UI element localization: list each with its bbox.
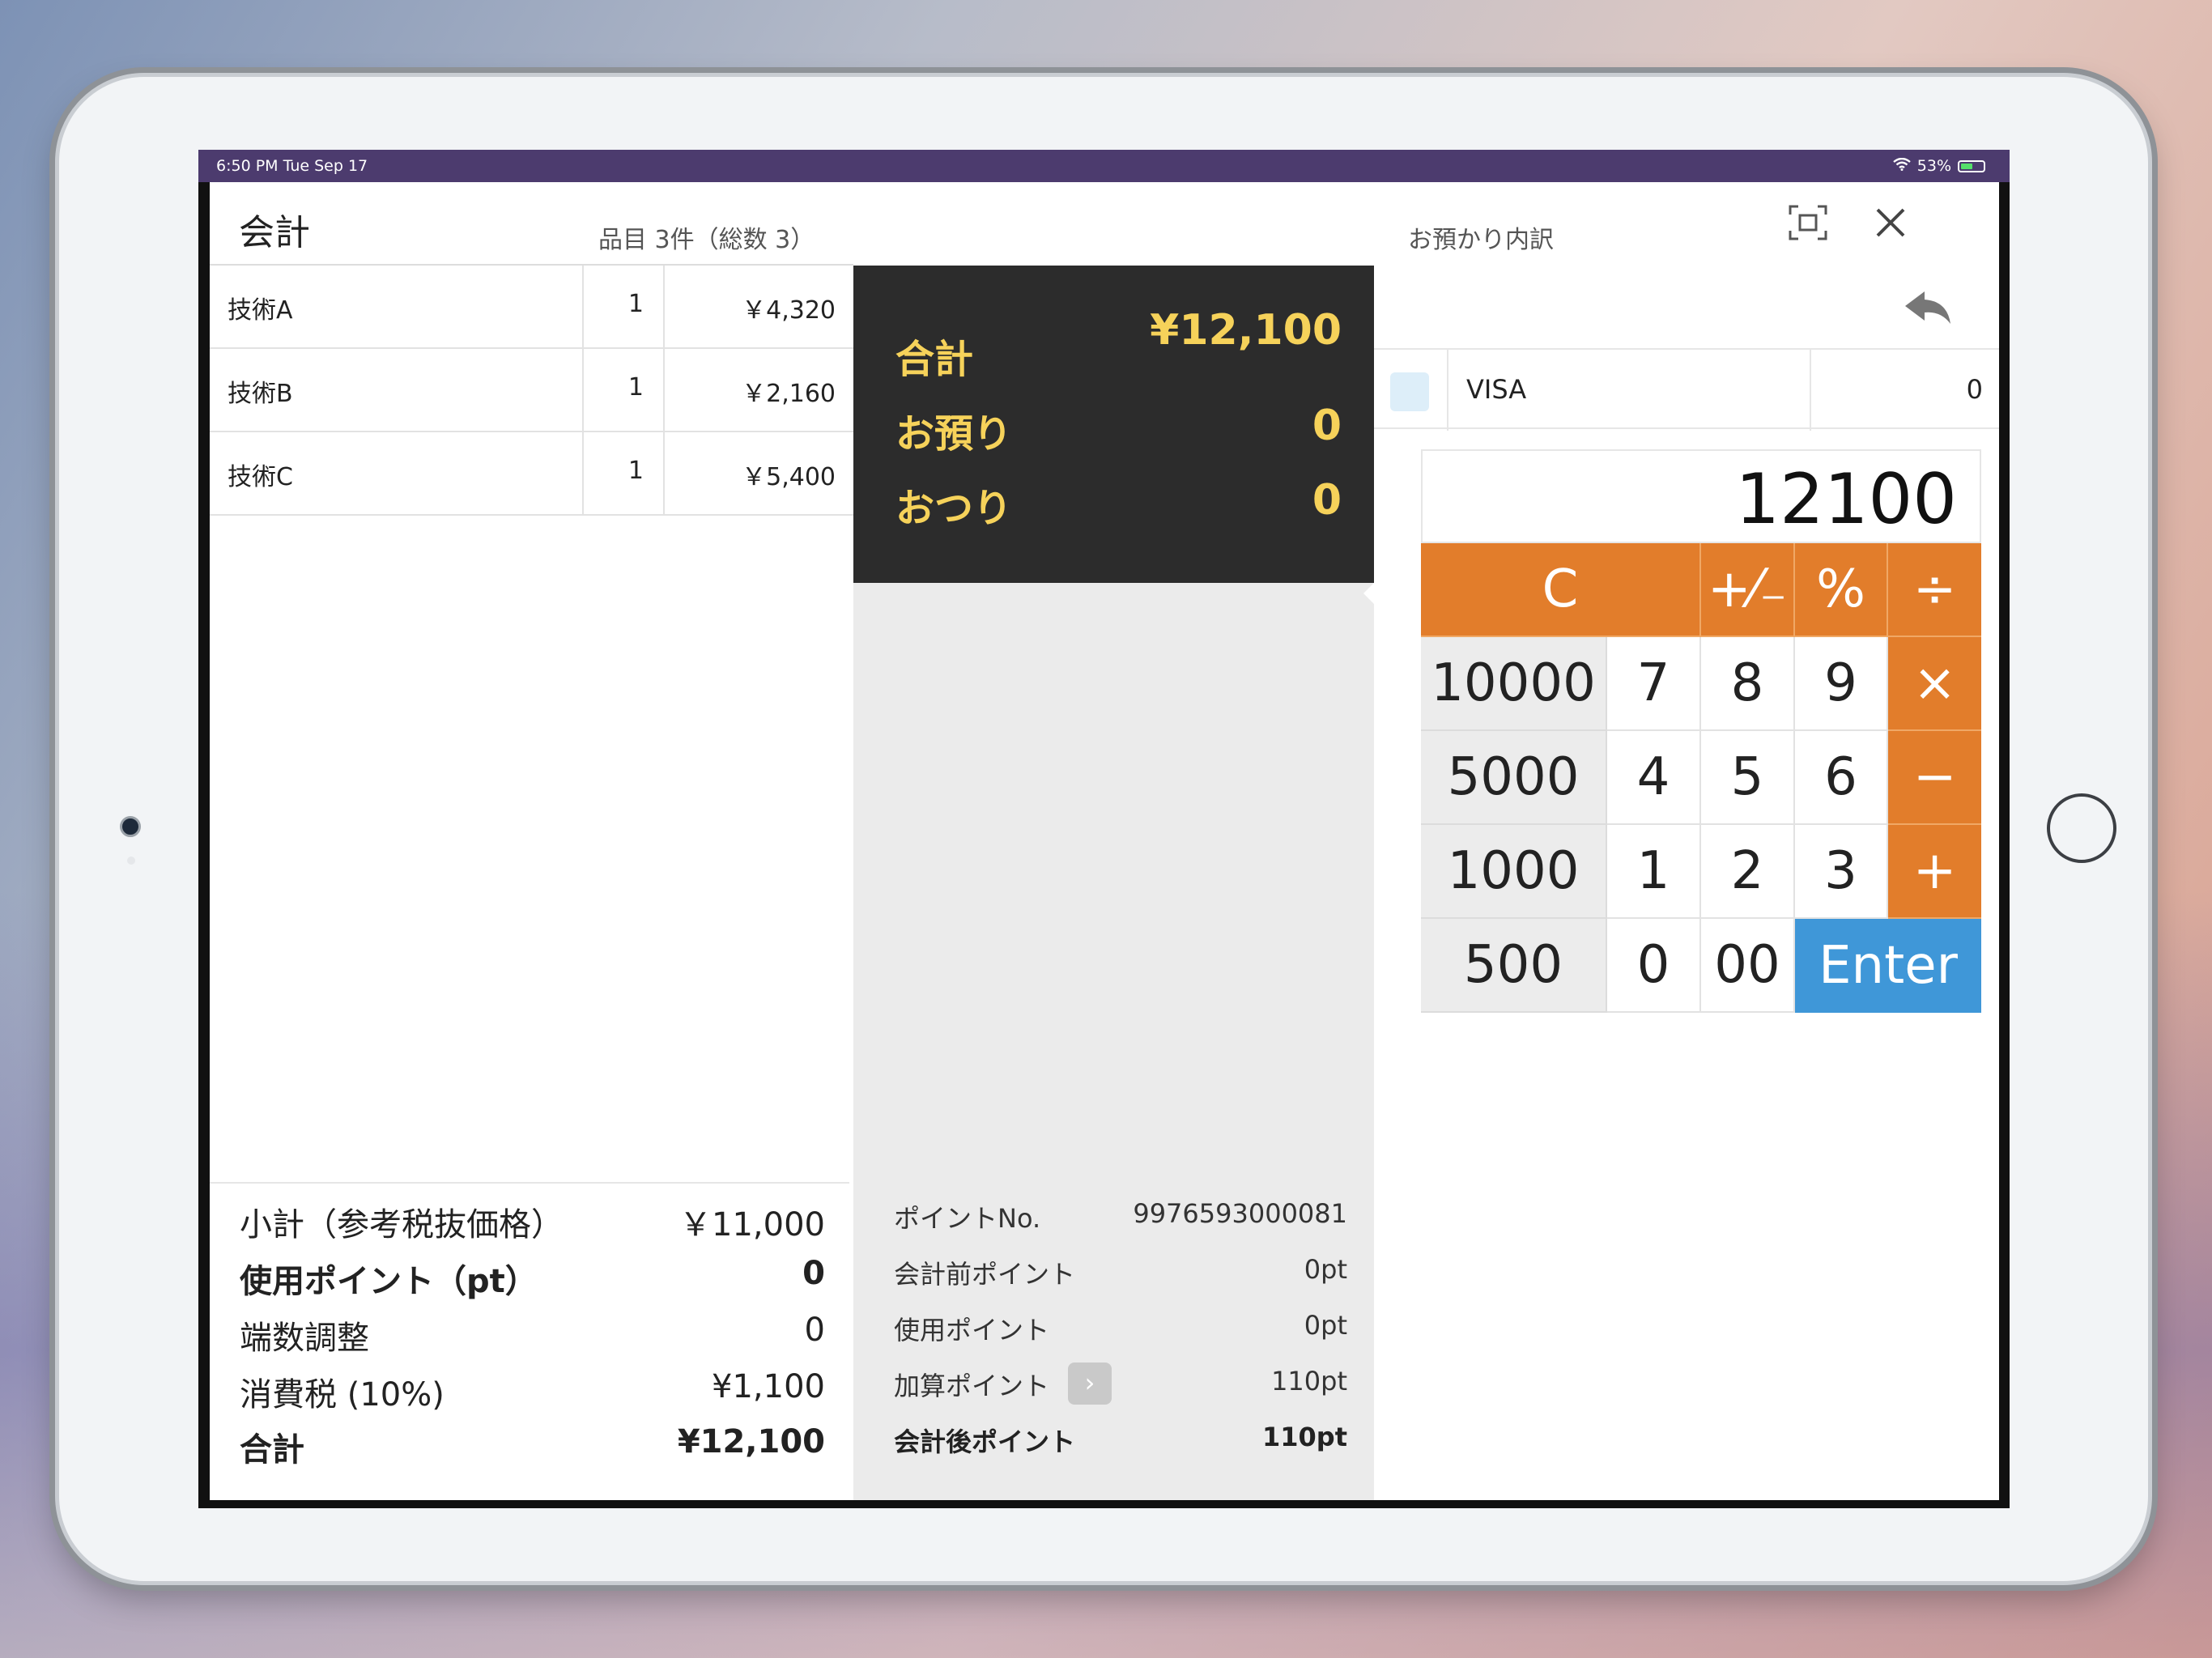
checkbox[interactable] [1390,372,1429,411]
points-added-value: 110pt [1271,1366,1347,1397]
calculator-value: 12100 [1735,459,1957,540]
divide-button[interactable]: ÷ [1888,543,1981,637]
preset-500-button[interactable]: 500 [1421,919,1607,1013]
total-label: 合計 [240,1431,304,1469]
rounding-row: 端数調整 0 [240,1312,825,1360]
plus-button[interactable]: + [1888,825,1981,919]
battery-icon [1958,159,1985,172]
list-item[interactable]: 技術C 1 ￥5,400 [210,432,853,516]
point-no-label: ポイントNo. [894,1203,1041,1234]
digit-6-button[interactable]: 6 [1795,731,1888,825]
points-added-label: 加算ポイント [894,1371,1050,1401]
list-item[interactable]: 技術B 1 ￥2,160 [210,349,853,432]
totals-box: 合計 ¥12,100 お預り 0 おつり 0 [853,266,1374,583]
change-value: 0 [1312,476,1342,525]
subtotal-value: ￥11,000 [679,1206,825,1244]
calculator-display: 12100 [1421,449,1981,543]
grand-total-label: 合計 [895,337,974,382]
summary-panel: 小計（参考税抜価格） ￥11,000 使用ポイント（pt） 0 端数調整 0 消… [210,1182,849,1469]
points-before-row: 会計前ポイント 0pt [894,1254,1347,1295]
digit-8-button[interactable]: 8 [1701,637,1795,731]
tax-row: 消費税 (10%) ¥1,100 [240,1368,825,1417]
divider [1447,350,1448,431]
status-bar: 6:50 PM Tue Sep 17 53% [198,150,2010,182]
points-used-label: 使用ポイント [894,1315,1050,1346]
used-points-row: 使用ポイント（pt） 0 [240,1255,825,1303]
points-after-label: 会計後ポイント [894,1426,1076,1457]
wifi-icon [1893,157,1911,175]
subtotal-row: 小計（参考税抜価格） ￥11,000 [240,1198,825,1247]
digit-7-button[interactable]: 7 [1607,637,1701,731]
front-camera [120,816,141,837]
undo-icon[interactable] [1904,288,1954,327]
close-icon[interactable] [1871,203,1910,242]
home-button[interactable] [2047,793,2116,863]
preset-10000-button[interactable]: 10000 [1421,637,1607,731]
preset-5000-button[interactable]: 5000 [1421,731,1607,825]
multiply-button[interactable]: × [1888,637,1981,731]
enter-button[interactable]: Enter [1795,919,1981,1013]
point-no-value: 9976593000081 [1133,1198,1347,1229]
battery-percent: 53% [1916,157,1951,175]
points-added-row: 加算ポイント › 110pt [894,1363,1347,1406]
total-row: 合計 ¥12,100 [240,1423,825,1472]
digit-4-button[interactable]: 4 [1607,731,1701,825]
points-used-value: 0pt [1304,1310,1347,1341]
points-used-row: 使用ポイント 0pt [894,1310,1347,1350]
used-points-value: 0 [802,1255,825,1292]
chevron-right-icon[interactable]: › [1068,1363,1112,1405]
digit-00-button[interactable]: 00 [1701,919,1795,1013]
deposit-label: お預り [895,411,1013,457]
digit-0-button[interactable]: 0 [1607,919,1701,1013]
points-after-value: 110pt [1262,1422,1347,1452]
item-price: ￥5,400 [742,463,836,491]
tax-label: 消費税 (10%) [240,1376,445,1414]
change-label: おつり [895,486,1013,531]
points-before-label: 会計前ポイント [894,1259,1076,1290]
deposit-value: 0 [1312,402,1342,450]
item-qty: 1 [582,266,665,347]
used-points-label: 使用ポイント（pt） [240,1263,538,1300]
status-right: 53% [1893,157,1985,175]
point-no-row: ポイントNo. 9976593000081 [894,1198,1347,1239]
payment-method: VISA [1466,374,1527,405]
item-qty: 1 [582,432,665,514]
digit-1-button[interactable]: 1 [1607,825,1701,919]
item-list: 技術A 1 ￥4,320 技術B 1 ￥2,160 技術C 1 ￥5,400 [210,266,853,516]
item-name: 技術A [228,296,293,325]
subtotal-label: 小計（参考税抜価格） [240,1206,564,1244]
light-sensor [127,857,135,865]
preset-1000-button[interactable]: 1000 [1421,825,1607,919]
item-name: 技術C [228,463,293,491]
total-value: ¥12,100 [677,1423,825,1460]
item-name: 技術B [228,380,293,408]
payment-amount: 0 [1966,374,1983,405]
payment-row[interactable]: VISA 0 [1374,348,1999,431]
digit-3-button[interactable]: 3 [1795,825,1888,919]
divider [1810,350,1811,431]
items-summary: 品目 3件（総数 3） [598,226,815,254]
minus-button[interactable]: − [1888,731,1981,825]
digit-9-button[interactable]: 9 [1795,637,1888,731]
deposit-breakdown-title: お預かり内訳 [1408,226,1554,254]
status-time: 6:50 PM Tue Sep 17 [216,157,368,175]
list-item[interactable]: 技術A 1 ￥4,320 [210,266,853,349]
points-before-value: 0pt [1304,1254,1347,1285]
clear-button[interactable]: C [1421,543,1701,637]
grand-total-value: ¥12,100 [1150,306,1342,355]
customer-display-icon[interactable] [1787,203,1829,242]
tax-value: ¥1,100 [712,1368,825,1405]
digit-5-button[interactable]: 5 [1701,731,1795,825]
item-qty: 1 [582,349,665,431]
digit-2-button[interactable]: 2 [1701,825,1795,919]
item-price: ￥2,160 [742,380,836,408]
points-after-row: 会計後ポイント 110pt [894,1422,1347,1462]
page-title: 会計 [239,212,310,253]
item-price: ￥4,320 [742,296,836,325]
percent-button[interactable]: % [1795,543,1888,637]
plus-minus-button[interactable]: +⁄₋ [1701,543,1795,637]
rounding-label: 端数調整 [240,1320,369,1357]
rounding-value: 0 [804,1312,825,1349]
